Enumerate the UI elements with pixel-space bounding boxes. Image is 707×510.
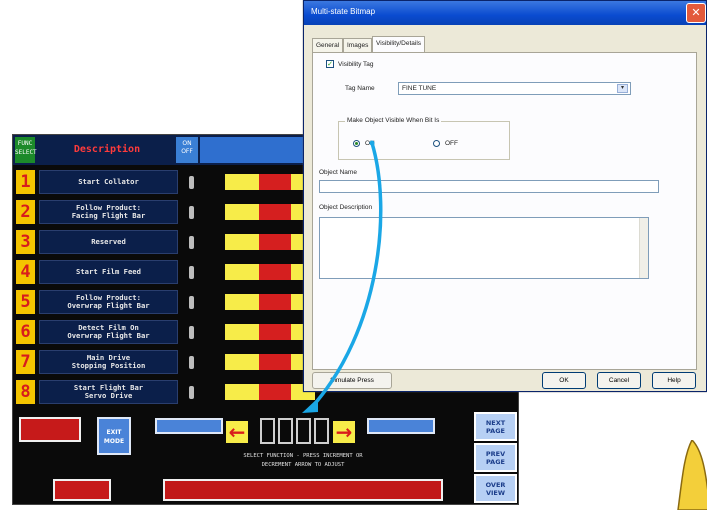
function-number[interactable]: 1 — [16, 170, 35, 194]
object-description-label: Object Description — [319, 204, 373, 211]
timing-bar — [225, 384, 315, 400]
function-number[interactable]: 3 — [16, 230, 35, 254]
instruction-text: SELECT FUNCTION - PRESS INCREMENT OR DEC… — [243, 453, 363, 468]
decrement-arrow-button[interactable]: ← — [226, 421, 248, 443]
function-description: Reserved — [39, 230, 178, 254]
onoff-indicator — [189, 266, 194, 279]
timing-bar — [225, 204, 315, 220]
function-number[interactable]: 8 — [16, 380, 35, 404]
header-on-off: ON OFF — [176, 137, 198, 163]
description-scrollbar[interactable] — [639, 218, 648, 278]
chevron-down-icon[interactable]: ▾ — [617, 84, 628, 93]
digit-display — [296, 418, 311, 444]
onoff-indicator — [189, 326, 194, 339]
header-func-select: FUNC SELECT — [15, 137, 37, 163]
decrement-setting-button[interactable] — [155, 418, 223, 434]
onoff-indicator — [189, 206, 194, 219]
help-button[interactable]: Help — [652, 372, 696, 389]
function-description: Start Film Feed — [39, 260, 178, 284]
timing-bar — [225, 294, 315, 310]
function-description: Main Drive Stopping Position — [39, 350, 178, 374]
visibility-tag-label: Visibility Tag — [338, 61, 374, 68]
hmi-control-area: EXIT MODE ← → SELECT FUNCTION - PRESS IN… — [13, 410, 518, 504]
exit-mode-button[interactable]: EXIT MODE — [97, 417, 131, 455]
decorative-hand-graphic — [677, 440, 707, 510]
tag-name-label: Tag Name — [345, 85, 375, 92]
tag-name-dropdown[interactable]: FINE TUNE ▾ — [398, 82, 631, 95]
function-description: Follow Product: Overwrap Flight Bar — [39, 290, 178, 314]
visibility-condition-group: Make Object Visible When Bit Is ON OFF — [338, 117, 510, 160]
timing-bar — [225, 324, 315, 340]
function-number[interactable]: 5 — [16, 290, 35, 314]
timing-bar — [225, 264, 315, 280]
onoff-indicator — [189, 356, 194, 369]
visibility-tag-checkbox[interactable]: ✓ — [326, 60, 334, 68]
increment-setting-button[interactable] — [367, 418, 435, 434]
header-description: Description — [39, 137, 175, 163]
tab-visibility-details[interactable]: Visibility/Details — [372, 36, 426, 53]
group-label: Make Object Visible When Bit Is — [345, 117, 442, 124]
arrow-right-icon: → — [335, 420, 353, 444]
timing-bar — [225, 174, 315, 190]
object-description-textarea[interactable] — [319, 217, 649, 279]
tab-images[interactable]: Images — [343, 38, 373, 52]
radio-on[interactable] — [353, 140, 360, 147]
dialog-titlebar[interactable]: Multi-state Bitmap ✕ — [304, 1, 706, 25]
tab-panel: ✓ Visibility Tag Tag Name FINE TUNE ▾ Ma… — [312, 52, 697, 370]
simulate-press-button[interactable]: Simulate Press — [312, 372, 392, 389]
function-number[interactable]: 4 — [16, 260, 35, 284]
function-button[interactable] — [53, 479, 111, 501]
digit-display — [278, 418, 293, 444]
increment-arrow-button[interactable]: → — [333, 421, 355, 443]
function-description: Start Collator — [39, 170, 178, 194]
close-icon[interactable]: ✕ — [686, 3, 706, 23]
onoff-indicator — [189, 386, 194, 399]
alarm-button[interactable] — [19, 417, 81, 442]
status-label — [19, 446, 81, 460]
function-number[interactable]: 7 — [16, 350, 35, 374]
arrow-left-icon: ← — [228, 420, 246, 444]
object-name-input[interactable] — [319, 180, 659, 193]
radio-on-label: ON — [365, 140, 375, 147]
radio-off[interactable] — [433, 140, 440, 147]
message-bar — [163, 479, 443, 501]
next-page-button[interactable]: NEXT PAGE — [474, 412, 517, 441]
onoff-indicator — [189, 176, 194, 189]
function-number[interactable]: 2 — [16, 200, 35, 224]
radio-off-label: OFF — [445, 140, 458, 147]
function-description: Detect Film On Overwrap Flight Bar — [39, 320, 178, 344]
function-number[interactable]: 6 — [16, 320, 35, 344]
timing-bar — [225, 354, 315, 370]
digit-display — [314, 418, 329, 444]
onoff-indicator — [189, 236, 194, 249]
cancel-button[interactable]: Cancel — [597, 372, 641, 389]
function-description: Start Flight Bar Servo Drive — [39, 380, 178, 404]
digit-display — [260, 418, 275, 444]
prev-page-button[interactable]: PREV PAGE — [474, 443, 517, 472]
ok-button[interactable]: OK — [542, 372, 586, 389]
object-name-label: Object Name — [319, 169, 357, 176]
multistate-bitmap-dialog: Multi-state Bitmap ✕ General Images Visi… — [303, 0, 707, 392]
timing-bar — [225, 234, 315, 250]
tag-name-value: FINE TUNE — [402, 85, 437, 92]
dialog-title: Multi-state Bitmap — [311, 7, 376, 16]
overview-button[interactable]: OVER VIEW — [474, 474, 517, 503]
tab-general[interactable]: General — [312, 38, 344, 52]
function-description: Follow Product: Facing Flight Bar — [39, 200, 178, 224]
onoff-indicator — [189, 296, 194, 309]
